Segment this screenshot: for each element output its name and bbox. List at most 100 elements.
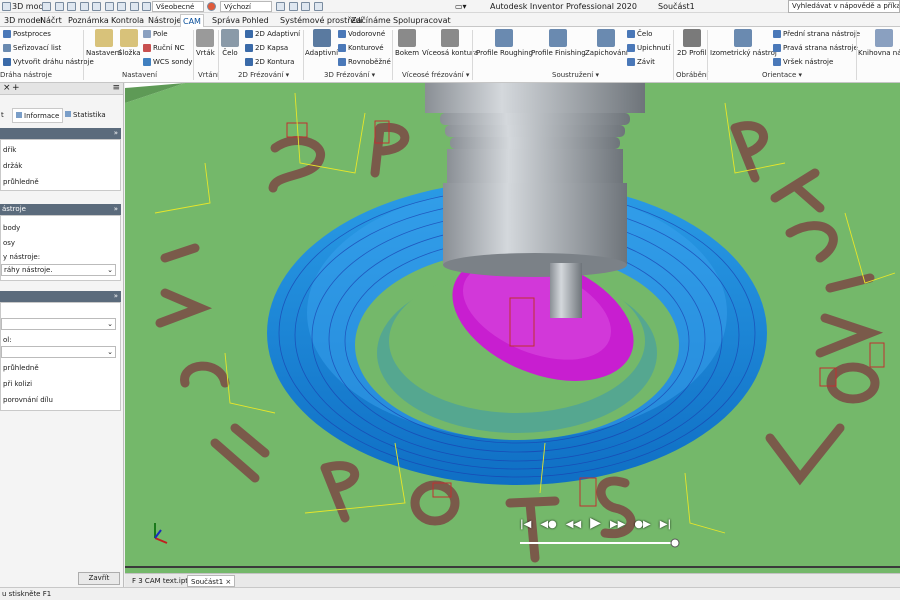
tab-poznámka[interactable]: Poznámka bbox=[66, 14, 111, 27]
stock-mode-select[interactable]: ⌄ bbox=[1, 318, 116, 330]
tool-library-button[interactable]: Knihovna nástr bbox=[858, 29, 900, 57]
folder-button[interactable]: Složka bbox=[118, 29, 141, 57]
3d-viewport[interactable]: |◀ ◀● ◀◀ ▶ ▶▶ ●▶ ▶| bbox=[125, 83, 900, 573]
multiaxis-contour-button[interactable]: Víceosá kontura bbox=[422, 29, 478, 57]
tab-statistika[interactable]: Statistika bbox=[62, 108, 109, 123]
section-header-3[interactable]: » bbox=[0, 291, 121, 302]
color-icon[interactable] bbox=[207, 1, 217, 12]
option-row[interactable]: osy bbox=[3, 239, 15, 247]
isometric-tool-button[interactable]: Izometrický nástroj bbox=[710, 29, 777, 57]
profile-2d-button[interactable]: 2D Profil bbox=[677, 29, 707, 57]
option-row[interactable]: při kolizi bbox=[3, 380, 32, 388]
playback-button[interactable]: ▶ bbox=[590, 515, 601, 531]
tool-front-button[interactable]: Přední strana nástroje bbox=[773, 30, 860, 39]
collapse-icon[interactable]: » bbox=[114, 128, 118, 139]
add-panel-icon[interactable]: + bbox=[12, 83, 20, 93]
option-row[interactable]: porovnání dílu bbox=[3, 396, 53, 404]
select-icon[interactable] bbox=[129, 2, 139, 11]
params-icon[interactable] bbox=[301, 2, 311, 11]
home-icon[interactable] bbox=[104, 2, 114, 11]
option-row[interactable]: průhledně bbox=[3, 364, 39, 372]
appearance-dropdown[interactable]: Všeobecné bbox=[152, 1, 204, 12]
swarf-button[interactable]: Bokem bbox=[395, 29, 419, 57]
save-icon[interactable] bbox=[67, 2, 77, 11]
tab-začínáme[interactable]: Začínáme bbox=[349, 14, 393, 27]
section-header-2[interactable]: ástroje» bbox=[0, 204, 121, 215]
create-toolpath-button[interactable]: Vytvořit dráhu nástroje bbox=[3, 58, 94, 67]
playback-button[interactable]: ▶▶ bbox=[610, 519, 625, 530]
option-row[interactable]: dřík bbox=[3, 146, 16, 154]
profile-roughing-button[interactable]: Profile Roughing bbox=[476, 29, 533, 57]
setup-button[interactable]: Nastavení bbox=[86, 29, 121, 57]
fx-icon[interactable] bbox=[288, 2, 298, 11]
playback-button[interactable]: ◀● bbox=[540, 519, 556, 530]
wcs-probe-button[interactable]: WCS sondy bbox=[143, 58, 192, 67]
option-row[interactable]: body bbox=[3, 224, 20, 232]
grooving-button[interactable]: Zapichování bbox=[585, 29, 628, 57]
open-icon[interactable] bbox=[54, 2, 64, 11]
thread-button[interactable]: Závit bbox=[627, 58, 655, 67]
group-label-viceose[interactable]: Víceosé frézování ▾ bbox=[402, 71, 469, 79]
toolpath-mode-select[interactable]: ráhy nástroje. ⌄ bbox=[1, 264, 116, 276]
measure-icon[interactable] bbox=[276, 2, 285, 11]
adaptive-3d-button[interactable]: Adaptivní bbox=[305, 29, 338, 57]
screen-icon[interactable] bbox=[313, 2, 323, 11]
close-button[interactable]: Zavřít bbox=[78, 572, 120, 585]
colorization-select[interactable]: ⌄ bbox=[1, 346, 116, 358]
playback-button[interactable]: |◀ bbox=[520, 519, 531, 530]
contour-3d-button[interactable]: Konturové bbox=[338, 44, 384, 53]
turn-face-button[interactable]: Čelo bbox=[627, 30, 652, 39]
postproces-button[interactable]: Postproces bbox=[3, 30, 51, 39]
view-dropdown[interactable]: Výchozí bbox=[220, 1, 272, 12]
playback-button[interactable]: ▶| bbox=[660, 519, 671, 530]
tab-cam[interactable]: CAM bbox=[180, 14, 204, 27]
adaptive-2d-button[interactable]: 2D Adaptivní bbox=[245, 30, 300, 39]
option-row[interactable]: průhledně bbox=[3, 178, 39, 186]
parting-button[interactable]: Upichnutí bbox=[627, 44, 670, 53]
app-menu-icon[interactable] bbox=[2, 2, 11, 11]
tab-správa[interactable]: Správa bbox=[210, 14, 242, 27]
collapse-icon[interactable]: » bbox=[114, 291, 118, 302]
tab-náčrt[interactable]: Náčrt bbox=[38, 14, 64, 27]
playback-button[interactable]: ◀◀ bbox=[566, 519, 581, 530]
group-label-soustruzeni[interactable]: Soustružení ▾ bbox=[552, 71, 599, 79]
tool-right-button[interactable]: Pravá strana nástroje bbox=[773, 44, 858, 53]
doc-tab-cam-text[interactable]: F 3 CAM text.ipt bbox=[129, 575, 191, 587]
new-icon[interactable] bbox=[42, 2, 51, 11]
close-tab-icon[interactable]: × bbox=[225, 578, 231, 586]
tab-informace[interactable]: Informace bbox=[12, 108, 64, 123]
pattern-button[interactable]: Pole bbox=[143, 30, 168, 39]
manual-nc-button[interactable]: Ruční NC bbox=[143, 44, 185, 53]
collapse-icon[interactable]: » bbox=[114, 204, 118, 215]
undo-icon[interactable] bbox=[79, 2, 89, 11]
horizontal-button[interactable]: Vodorovné bbox=[338, 30, 385, 39]
redo-icon[interactable] bbox=[92, 2, 102, 11]
tab-kontrola[interactable]: Kontrola bbox=[109, 14, 146, 27]
drill-button[interactable]: Vrták bbox=[196, 29, 215, 57]
tool-top-button[interactable]: Vršek nástroje bbox=[773, 58, 833, 67]
tab-pohled[interactable]: Pohled bbox=[240, 14, 271, 27]
parallel-button[interactable]: Rovnoběžné bbox=[338, 58, 391, 67]
tab-nástroje[interactable]: Nástroje bbox=[146, 14, 183, 27]
pocket-2d-button[interactable]: 2D Kapsa bbox=[245, 44, 288, 53]
timeline-handle[interactable] bbox=[670, 538, 680, 548]
face-button[interactable]: Čelo bbox=[221, 29, 239, 57]
playback-button[interactable]: ●▶ bbox=[634, 519, 650, 530]
setup-sheet-button[interactable]: Seřizovací list bbox=[3, 44, 61, 53]
group-label-orientace[interactable]: Orientace ▾ bbox=[762, 71, 802, 79]
group-label-2d[interactable]: 2D Frézování ▾ bbox=[238, 71, 289, 79]
customize-icon[interactable]: ▭▾ bbox=[455, 1, 467, 12]
group-label-3d[interactable]: 3D Frézování ▾ bbox=[324, 71, 375, 79]
doc-tab-soucast1[interactable]: Součást1 × bbox=[187, 575, 236, 587]
help-search-input[interactable]: Vyhledávat v nápovědě a příkaze bbox=[788, 0, 900, 13]
section-header-1[interactable]: » bbox=[0, 128, 121, 139]
material-icon[interactable] bbox=[142, 2, 152, 11]
profile-finishing-button[interactable]: Profile Finishing bbox=[531, 29, 586, 57]
option-row[interactable]: držák bbox=[3, 162, 22, 170]
panel-menu-icon[interactable]: ≡ bbox=[112, 83, 120, 93]
tab-spolupracovat[interactable]: Spolupracovat bbox=[391, 14, 453, 27]
update-icon[interactable] bbox=[117, 2, 127, 11]
close-panel-icon[interactable]: × bbox=[3, 83, 11, 93]
contour-2d-button[interactable]: 2D Kontura bbox=[245, 58, 294, 67]
tab-display[interactable]: t bbox=[1, 108, 4, 123]
